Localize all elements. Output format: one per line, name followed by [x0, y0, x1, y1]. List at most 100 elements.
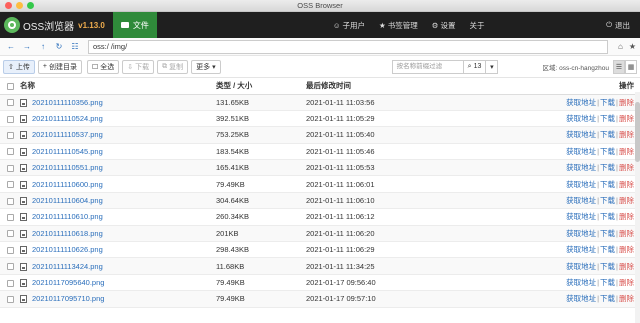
- delete-link[interactable]: 删除: [619, 163, 634, 172]
- get-url-link[interactable]: 获取地址: [566, 114, 596, 123]
- list-view-icon[interactable]: ☰: [613, 59, 625, 74]
- download-link[interactable]: 下载: [600, 130, 615, 139]
- header-time[interactable]: 最后修改时间: [306, 78, 556, 95]
- file-name-cell[interactable]: 20210117095640.png: [20, 274, 216, 292]
- delete-link[interactable]: 删除: [619, 147, 634, 156]
- delete-link[interactable]: 删除: [619, 294, 634, 303]
- table-row[interactable]: 20210111113424.png 11.68KB 2021-01-11 11:3…: [0, 257, 640, 275]
- delete-link[interactable]: 删除: [619, 262, 634, 271]
- row-checkbox[interactable]: [0, 94, 20, 111]
- zoom-window-icon[interactable]: [27, 2, 34, 9]
- nav-bookmarks[interactable]: ★ 书签管理: [379, 20, 418, 31]
- delete-link[interactable]: 删除: [619, 98, 634, 107]
- file-name-cell[interactable]: 20210111110356.png: [20, 94, 216, 111]
- download-link[interactable]: 下载: [600, 212, 615, 221]
- delete-link[interactable]: 删除: [619, 130, 634, 139]
- table-row[interactable]: 20210111110356.png 131.65KB 2021-01-11 11:…: [0, 94, 640, 111]
- file-name[interactable]: 20210111110618.png: [32, 229, 103, 238]
- forward-icon[interactable]: →: [20, 40, 34, 54]
- file-name-cell[interactable]: 20210111110600.png: [20, 175, 216, 193]
- get-url-link[interactable]: 获取地址: [566, 130, 596, 139]
- delete-link[interactable]: 删除: [619, 278, 634, 287]
- table-row[interactable]: 20210111110618.png 201KB 2021-01-11 11:06:…: [0, 225, 640, 243]
- file-name-cell[interactable]: 20210111113424.png: [20, 257, 216, 275]
- row-checkbox[interactable]: [0, 208, 20, 226]
- get-url-link[interactable]: 获取地址: [566, 229, 596, 238]
- download-link[interactable]: 下载: [600, 98, 615, 107]
- download-button[interactable]: ⇩ 下载: [122, 59, 155, 74]
- delete-link[interactable]: 删除: [619, 245, 634, 254]
- back-icon[interactable]: ←: [4, 40, 18, 54]
- get-url-link[interactable]: 获取地址: [566, 212, 596, 221]
- file-name-cell[interactable]: 20210111110545.png: [20, 143, 216, 161]
- copy-button[interactable]: ⧉ 复制: [157, 59, 189, 74]
- file-name[interactable]: 20210111110545.png: [32, 147, 103, 156]
- row-checkbox[interactable]: [0, 159, 20, 177]
- row-checkbox[interactable]: [0, 192, 20, 210]
- table-row[interactable]: 20210111110610.png 260.34KB 2021-01-11 11:…: [0, 208, 640, 226]
- bucket-list-icon[interactable]: ☷: [68, 40, 82, 54]
- delete-link[interactable]: 删除: [619, 229, 634, 238]
- home-icon[interactable]: ⌂: [618, 42, 623, 51]
- download-link[interactable]: 下载: [600, 180, 615, 189]
- bookmark-add-icon[interactable]: ★: [629, 42, 636, 51]
- header-name[interactable]: 名称: [20, 78, 216, 95]
- table-row[interactable]: 20210117095710.png 79.49KB 2021-01-17 09:5…: [0, 290, 640, 308]
- download-link[interactable]: 下载: [600, 196, 615, 205]
- row-checkbox[interactable]: [0, 241, 20, 259]
- filter-input[interactable]: 按名称前缀过滤: [391, 59, 464, 74]
- row-checkbox[interactable]: [0, 290, 20, 308]
- file-name-cell[interactable]: 20210111110626.png: [20, 241, 216, 259]
- get-url-link[interactable]: 获取地址: [566, 262, 596, 271]
- header-size[interactable]: 类型 / 大小: [216, 78, 306, 95]
- row-checkbox[interactable]: [0, 274, 20, 292]
- table-row[interactable]: 20210111110524.png 392.51KB 2021-01-11 11:…: [0, 110, 640, 128]
- nav-settings[interactable]: ⚙ 设置: [432, 20, 456, 31]
- get-url-link[interactable]: 获取地址: [566, 147, 596, 156]
- table-row[interactable]: 20210111110600.png 79.49KB 2021-01-11 11:0…: [0, 175, 640, 193]
- table-row[interactable]: 20210111110626.png 298.43KB 2021-01-11 11:…: [0, 241, 640, 259]
- download-link[interactable]: 下载: [600, 294, 615, 303]
- nav-exit[interactable]: ⏻ 退出: [606, 12, 630, 38]
- row-checkbox[interactable]: [0, 225, 20, 243]
- get-url-link[interactable]: 获取地址: [566, 196, 596, 205]
- brand[interactable]: OSS浏览器 v1.13.0: [0, 12, 111, 38]
- scrollbar-thumb[interactable]: [635, 102, 640, 162]
- grid-view-icon[interactable]: ▦: [625, 59, 637, 74]
- table-row[interactable]: 20210111110545.png 183.54KB 2021-01-11 11:…: [0, 143, 640, 161]
- file-name[interactable]: 20210117095710.png: [32, 294, 104, 303]
- minimize-window-icon[interactable]: [16, 2, 23, 9]
- file-name-cell[interactable]: 20210111110618.png: [20, 225, 216, 243]
- file-name[interactable]: 20210111110604.png: [32, 196, 103, 205]
- row-checkbox[interactable]: [0, 175, 20, 193]
- table-row[interactable]: 20210111110604.png 304.64KB 2021-01-11 11:…: [0, 192, 640, 210]
- filter-dropdown-icon[interactable]: ▾: [486, 59, 499, 74]
- select-all-checkbox[interactable]: [0, 78, 20, 95]
- get-url-link[interactable]: 获取地址: [566, 278, 596, 287]
- file-name-cell[interactable]: 20210111110610.png: [20, 208, 216, 226]
- download-link[interactable]: 下载: [600, 262, 615, 271]
- download-link[interactable]: 下载: [600, 229, 615, 238]
- refresh-icon[interactable]: ↻: [52, 40, 66, 54]
- get-url-link[interactable]: 获取地址: [566, 180, 596, 189]
- row-checkbox[interactable]: [0, 110, 20, 128]
- file-name-cell[interactable]: 20210111110524.png: [20, 110, 216, 128]
- nav-sub-users[interactable]: ☺ 子用户: [333, 20, 365, 31]
- download-link[interactable]: 下载: [600, 278, 615, 287]
- get-url-link[interactable]: 获取地址: [566, 163, 596, 172]
- delete-link[interactable]: 删除: [619, 196, 634, 205]
- more-dropdown[interactable]: 更多 ▾: [191, 59, 221, 74]
- nav-file-tab[interactable]: 文件: [112, 12, 157, 38]
- file-name-cell[interactable]: 20210111110537.png: [20, 126, 216, 144]
- file-name[interactable]: 20210111110610.png: [32, 212, 103, 221]
- get-url-link[interactable]: 获取地址: [566, 294, 596, 303]
- row-checkbox[interactable]: [0, 126, 20, 144]
- close-window-icon[interactable]: [5, 2, 12, 9]
- file-name-cell[interactable]: 20210111110604.png: [20, 192, 216, 210]
- download-link[interactable]: 下载: [600, 163, 615, 172]
- download-link[interactable]: 下载: [600, 114, 615, 123]
- nav-about[interactable]: 关于: [469, 20, 484, 31]
- table-row[interactable]: 20210111110551.png 165.41KB 2021-01-11 11:…: [0, 159, 640, 177]
- file-name[interactable]: 20210111113424.png: [32, 262, 103, 271]
- file-name-cell[interactable]: 20210117095710.png: [20, 290, 216, 308]
